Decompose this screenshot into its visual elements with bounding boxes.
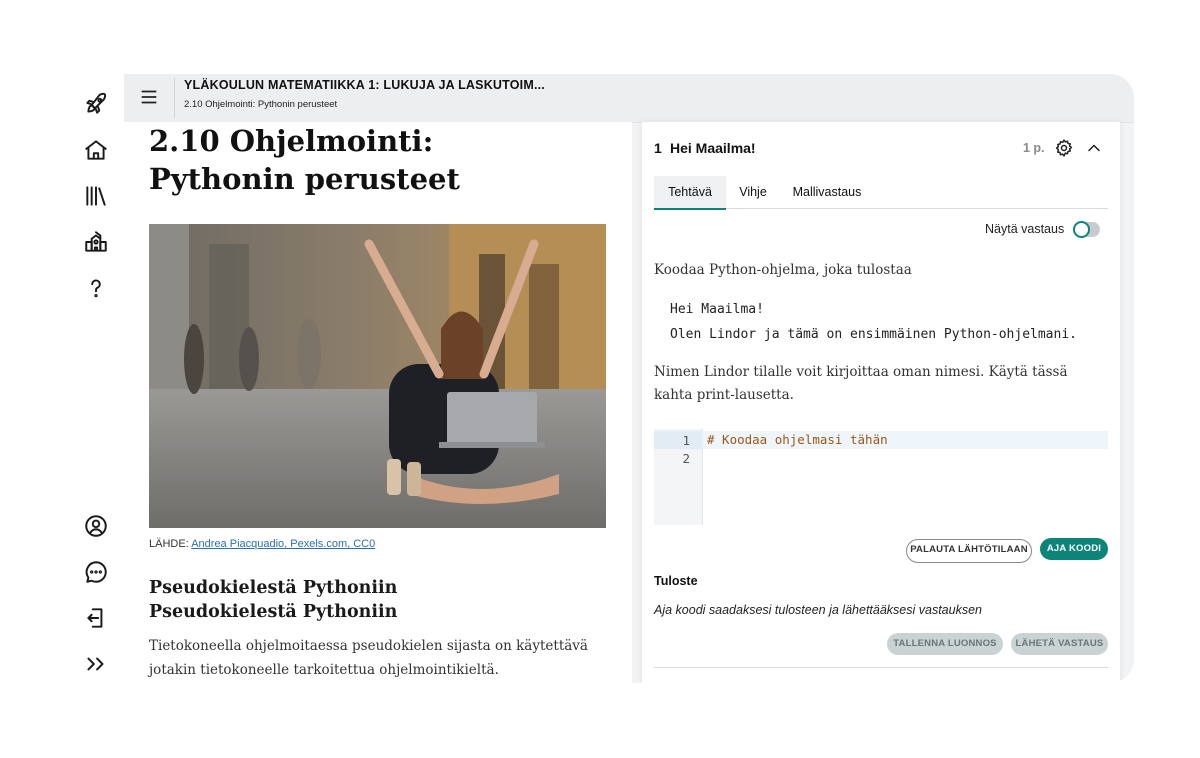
school-icon[interactable] [82,228,110,256]
output-placeholder: Aja koodi saadaksesi tulosteen ja lähett… [654,603,982,617]
chevron-up-icon[interactable] [1084,138,1104,158]
logout-icon[interactable] [82,604,110,632]
section-heading-duplicate: Pseudokielestä Pythoniin [149,602,398,622]
task-points: 1 p. [1023,141,1045,155]
breadcrumb: 2.10 Ohjelmointi: Pythonin perusteet [184,99,338,110]
rocket-icon[interactable] [82,90,110,118]
account-icon[interactable] [82,512,110,540]
tab-mallivastaus[interactable]: Mallivastaus [784,176,870,208]
code-line[interactable]: # Koodaa ohjelmasi tähän [707,432,888,447]
toggle-knob [1073,221,1090,238]
code-editor[interactable]: 1 2 # Koodaa ohjelmasi tähän [654,429,1108,525]
side-navigation [70,80,122,680]
task-prompt: Koodaa Python-ohjelma, joka tulostaa [654,262,912,278]
home-icon[interactable] [82,136,110,164]
tab-vihje[interactable]: Vihje [730,176,776,208]
course-title: YLÄKOULUN MATEMATIIKKA 1: LUKUJA JA LASK… [184,78,545,92]
show-answer-toggle[interactable] [1073,221,1100,238]
run-code-button[interactable]: AJA KOODI [1040,538,1108,560]
output-label: Tuloste [654,574,698,588]
exercise-panel: 1 Hei Maailma! 1 p. Tehtävä Vihje Malliv… [642,122,1120,683]
tab-tehtava[interactable]: Tehtävä [654,176,726,210]
article-content: 2.10 Ohjelmointi: Pythonin perusteet LÄH… [124,122,632,683]
help-icon[interactable] [82,274,110,302]
expected-output-line: Hei Maailma! [670,302,764,317]
app-frame: YLÄKOULUN MATEMATIIKKA 1: LUKUJA JA LASK… [124,74,1134,683]
expected-output-line: Olen Lindor ja tämä on ensimmäinen Pytho… [670,327,1077,342]
menu-icon[interactable] [136,84,162,110]
save-draft-button[interactable]: TALLENNA LUONNOS [887,633,1003,655]
article-image [149,224,606,528]
task-number: 1 [654,140,662,156]
source-label: LÄHDE: [149,538,189,550]
expand-icon[interactable] [82,650,110,678]
panel-divider [654,667,1108,668]
article-paragraph: Tietokoneella ohjelmoitaessa pseudokiele… [149,638,588,678]
task-title: Hei Maailma! [670,140,756,156]
topbar-divider [174,78,175,118]
task-tabs: Tehtävä Vihje Mallivastaus [654,176,1108,210]
section-heading: Pseudokielestä Pythoniin [149,578,398,598]
reset-button[interactable]: PALAUTA LÄHTÖTILAAN [906,539,1032,563]
active-line-gutter [654,431,702,449]
show-answer-label: Näytä vastaus [985,222,1065,236]
image-source: LÄHDE: Andrea Piacquadio, Pexels.com, CC… [149,538,375,550]
page-title: 2.10 Ohjelmointi: Pythonin perusteet [149,124,460,196]
gear-icon[interactable] [1054,138,1074,158]
library-icon[interactable] [82,182,110,210]
line-gutter: 1 2 [654,429,703,525]
chat-icon[interactable] [82,558,110,586]
top-bar: YLÄKOULUN MATEMATIIKKA 1: LUKUJA JA LASK… [124,74,1134,123]
submit-answer-button[interactable]: LÄHETÄ VASTAUS [1011,633,1108,655]
task-instructions: Nimen Lindor tilalle voit kirjoittaa oma… [654,364,1068,403]
line-number: 2 [682,451,690,466]
line-number: 1 [682,433,690,448]
source-link[interactable]: Andrea Piacquadio, Pexels.com, CC0 [191,538,375,550]
